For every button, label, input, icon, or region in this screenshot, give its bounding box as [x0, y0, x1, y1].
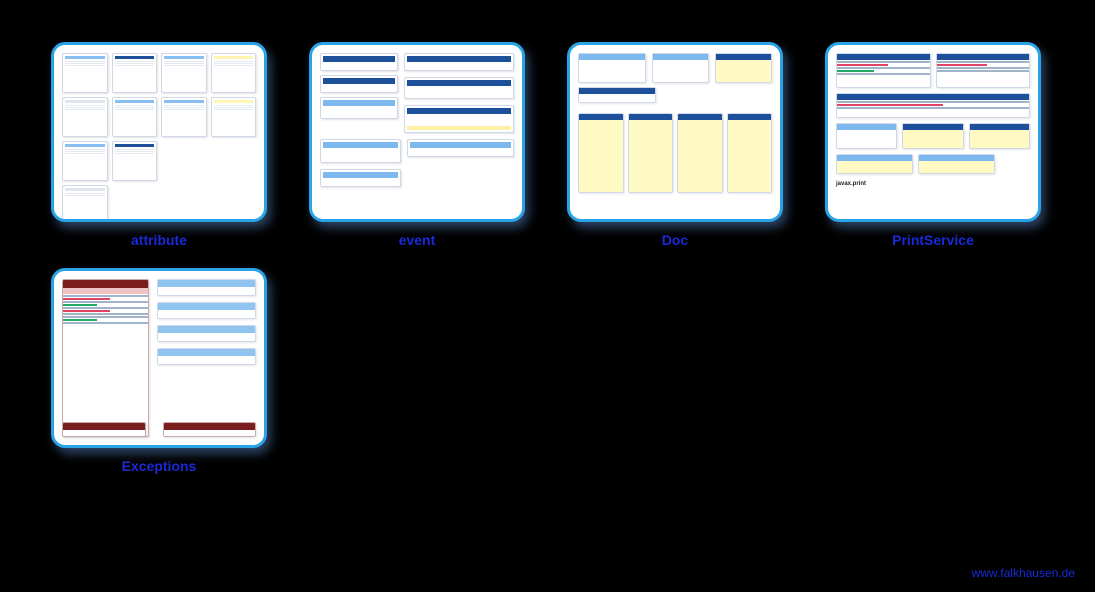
thumbnail-grid: attribute [40, 42, 1080, 474]
cell-event: event [298, 42, 536, 248]
preview-exceptions [62, 279, 256, 437]
caption-exceptions: Exceptions [122, 458, 197, 474]
preview-event [320, 53, 514, 187]
cell-attribute: attribute [40, 42, 278, 248]
caption-event: event [399, 232, 436, 248]
caption-printservice: PrintService [892, 232, 974, 248]
cell-exceptions: Exceptions [40, 268, 278, 474]
caption-doc: Doc [662, 232, 688, 248]
preview-doc [578, 53, 772, 193]
cell-printservice: javax.print PrintService [814, 42, 1052, 248]
preview-attribute [62, 53, 256, 211]
thumb-event[interactable] [309, 42, 525, 222]
thumb-exceptions[interactable] [51, 268, 267, 448]
footer-site-link[interactable]: www.falkhausen.de [972, 566, 1075, 580]
cell-doc: Doc [556, 42, 794, 248]
caption-attribute: attribute [131, 232, 187, 248]
thumb-attribute[interactable] [51, 42, 267, 222]
thumb-printservice[interactable]: javax.print [825, 42, 1041, 222]
preview-printservice: javax.print [836, 53, 1030, 187]
thumb-doc[interactable] [567, 42, 783, 222]
package-label: javax.print [836, 181, 1030, 187]
